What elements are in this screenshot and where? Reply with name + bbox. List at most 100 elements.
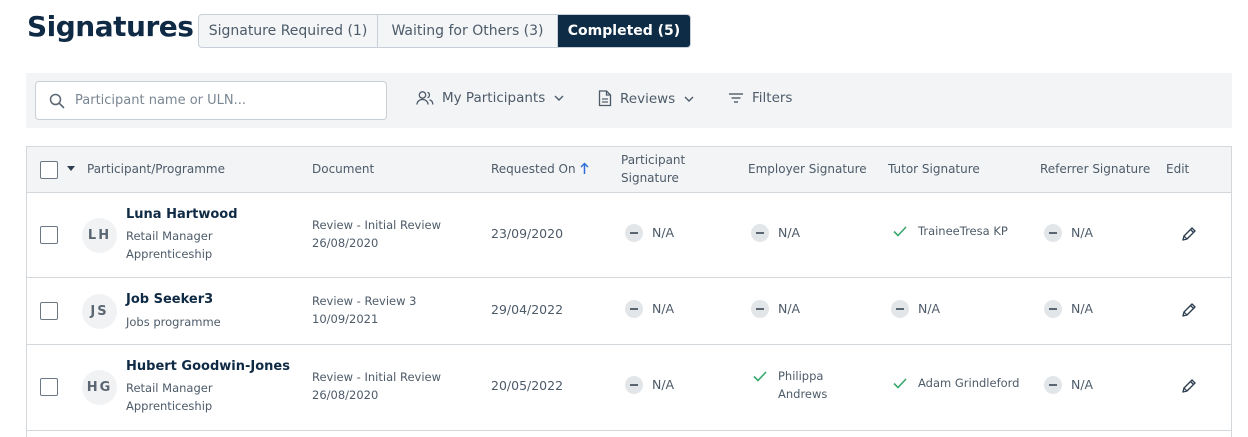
edit-button[interactable] (1179, 378, 1199, 398)
participant-signature-value: N/A (652, 225, 675, 240)
row-checkbox[interactable] (40, 226, 58, 244)
check-icon (891, 374, 909, 392)
filter-toolbar: My Participants Reviews Filters (26, 73, 1232, 128)
dash-icon (625, 300, 643, 318)
participant-signature: N/A (625, 300, 674, 318)
tab-waiting-for-others[interactable]: Waiting for Others (3) (378, 15, 558, 47)
signature-status-tabs: Signature Required (1) Waiting for Other… (198, 14, 691, 48)
referrer-signature-value: N/A (1071, 377, 1094, 392)
edit-button[interactable] (1179, 226, 1199, 246)
dash-icon (1044, 224, 1062, 242)
dash-icon (891, 300, 909, 318)
employer-signature-line1: Philippa (778, 369, 824, 383)
edit-button[interactable] (1179, 302, 1199, 322)
check-icon (891, 222, 909, 240)
document-title[interactable]: Review - Review 3 (312, 292, 417, 310)
avatar: LH (82, 218, 117, 253)
employer-signature: Philippa Andrews (751, 367, 827, 403)
tutor-signature: TraineeTresa KP (891, 222, 1008, 240)
participant-name[interactable]: Luna Hartwood (126, 207, 238, 222)
row-checkbox[interactable] (40, 378, 58, 396)
employer-signature-value: Philippa Andrews (778, 367, 827, 403)
employer-signature-line2: Andrews (778, 387, 828, 401)
table-header: Participant/Programme Document Requested… (27, 147, 1231, 193)
chevron-down-icon (554, 95, 564, 101)
header-participant[interactable]: Participant/Programme (87, 160, 225, 178)
participant-name[interactable]: Hubert Goodwin-Jones (126, 359, 290, 374)
dash-icon (625, 376, 643, 394)
requested-on: 23/09/2020 (491, 226, 564, 241)
document-date: 10/09/2021 (312, 312, 379, 326)
tutor-signature: N/A (891, 300, 940, 318)
header-employer-signature[interactable]: Employer Signature (748, 160, 867, 178)
participant-signature-value: N/A (652, 377, 675, 392)
table-row[interactable]: JS Job Seeker3 Jobs programme Review - R… (27, 278, 1231, 345)
employer-signature-value: N/A (778, 301, 801, 316)
programme-line2: Apprenticeship (126, 399, 213, 413)
tutor-signature-value: TraineeTresa KP (918, 224, 1008, 238)
header-requested-on[interactable]: Requested On (491, 160, 589, 180)
programme-line1: Jobs programme (126, 315, 221, 329)
select-all-checkbox[interactable] (40, 161, 58, 179)
select-options-caret[interactable] (67, 166, 75, 171)
participant-signature: N/A (625, 224, 674, 242)
dash-icon (1044, 376, 1062, 394)
tutor-signature-value: Adam Grindleford (918, 376, 1020, 390)
referrer-signature: N/A (1044, 300, 1093, 318)
referrer-signature: N/A (1044, 224, 1093, 242)
avatar: JS (82, 294, 117, 329)
dash-icon (1044, 300, 1062, 318)
document-date: 26/08/2020 (312, 236, 379, 250)
signatures-table: Participant/Programme Document Requested… (26, 146, 1232, 437)
my-participants-label: My Participants (442, 90, 546, 106)
pencil-icon (1181, 378, 1197, 398)
participant-signature-value: N/A (652, 301, 675, 316)
document-date: 26/08/2020 (312, 388, 379, 402)
employer-signature-value: N/A (778, 225, 801, 240)
filters-label: Filters (752, 90, 793, 106)
reviews-dropdown[interactable]: Reviews (598, 90, 694, 107)
dash-icon (751, 224, 769, 242)
referrer-signature-value: N/A (1071, 301, 1094, 316)
tab-completed[interactable]: Completed (5) (558, 15, 690, 47)
participant-signature: N/A (625, 376, 674, 394)
requested-on: 29/04/2022 (491, 302, 564, 317)
chevron-down-icon (684, 96, 694, 102)
document-title[interactable]: Review - Initial Review (312, 216, 441, 234)
header-requested-on-label: Requested On (491, 162, 576, 176)
referrer-signature-value: N/A (1071, 225, 1094, 240)
tutor-signature-value: N/A (918, 301, 941, 316)
row-checkbox[interactable] (40, 302, 58, 320)
avatar: HG (82, 370, 117, 405)
pencil-icon (1181, 302, 1197, 322)
referrer-signature: N/A (1044, 376, 1093, 394)
dash-icon (625, 224, 643, 242)
search-input[interactable] (75, 93, 375, 108)
employer-signature: N/A (751, 300, 800, 318)
programme-line2: Apprenticeship (126, 247, 213, 261)
header-participant-signature-line1: Participant (621, 153, 686, 167)
filter-icon (728, 92, 744, 104)
header-tutor-signature[interactable]: Tutor Signature (888, 160, 980, 178)
programme-line1: Retail Manager (126, 381, 213, 395)
document-title[interactable]: Review - Initial Review (312, 368, 441, 386)
tutor-signature: Adam Grindleford (891, 374, 1019, 392)
my-participants-dropdown[interactable]: My Participants (416, 90, 564, 106)
document-icon (598, 90, 612, 107)
check-icon (751, 367, 769, 385)
employer-signature: N/A (751, 224, 800, 242)
header-referrer-signature[interactable]: Referrer Signature (1040, 160, 1150, 178)
header-participant-signature[interactable]: Participant Signature (621, 151, 685, 187)
programme-line1: Retail Manager (126, 229, 213, 243)
reviews-label: Reviews (620, 90, 676, 107)
filters-button[interactable]: Filters (728, 90, 792, 106)
header-participant-signature-line2: Signature (621, 171, 679, 185)
table-row[interactable]: LH Luna Hartwood Retail Manager Apprenti… (27, 193, 1231, 278)
participant-name[interactable]: Job Seeker3 (126, 292, 213, 307)
arrow-up-icon (580, 162, 589, 180)
search-icon (49, 93, 65, 109)
header-document[interactable]: Document (312, 160, 374, 178)
table-row[interactable]: HG Hubert Goodwin-Jones Retail Manager A… (27, 345, 1231, 431)
pencil-icon (1181, 226, 1197, 246)
tab-signature-required[interactable]: Signature Required (1) (199, 15, 378, 47)
